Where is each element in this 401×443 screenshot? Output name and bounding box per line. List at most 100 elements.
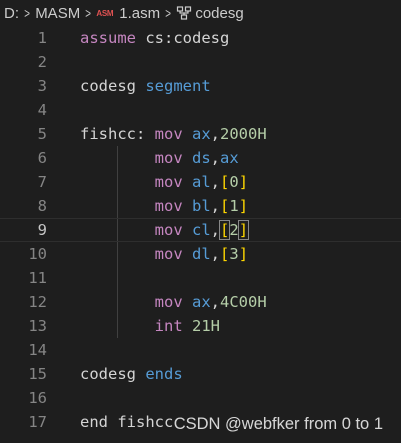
code-text: mov bl,[1] bbox=[80, 194, 248, 218]
code-token: mov bbox=[154, 173, 192, 191]
code-token: 3 bbox=[229, 245, 239, 263]
code-line[interactable]: 13 int 21H bbox=[0, 314, 401, 338]
code-text: mov al,[0] bbox=[80, 170, 248, 194]
code-token: 2000H bbox=[220, 125, 267, 143]
code-token: mov bbox=[154, 197, 192, 215]
code-token: 4C00H bbox=[220, 293, 267, 311]
code-token: codesg bbox=[80, 77, 146, 95]
line-number[interactable]: 15 bbox=[0, 362, 47, 386]
line-number[interactable]: 8 bbox=[0, 194, 47, 218]
code-token: ] bbox=[237, 220, 250, 240]
code-token: ax bbox=[191, 125, 211, 143]
code-token: end bbox=[80, 413, 118, 431]
code-token: [ bbox=[218, 220, 231, 240]
code-token: int bbox=[154, 317, 192, 335]
breadcrumb: D: > MASM > ASM 1.asm > codesg bbox=[0, 0, 401, 26]
code-token: ] bbox=[238, 173, 249, 191]
code-token: ax bbox=[220, 149, 239, 167]
line-number[interactable]: 6 bbox=[0, 146, 47, 170]
line-number[interactable]: 5 bbox=[0, 122, 47, 146]
code-token: mov bbox=[154, 149, 192, 167]
code-token: ds bbox=[191, 149, 211, 167]
chevron-right-icon: > bbox=[85, 5, 92, 21]
line-number[interactable]: 4 bbox=[0, 98, 47, 122]
code-line[interactable]: 5 fishcc: mov ax,2000H bbox=[0, 122, 401, 146]
line-number[interactable]: 9 bbox=[0, 218, 47, 242]
code-line[interactable]: 4 bbox=[0, 98, 401, 122]
line-number[interactable]: 1 bbox=[0, 26, 47, 50]
code-token: codesg bbox=[80, 365, 146, 383]
code-line[interactable]: 12 mov ax,4C00H bbox=[0, 290, 401, 314]
line-number[interactable]: 13 bbox=[0, 314, 47, 338]
breadcrumb-file[interactable]: ASM 1.asm bbox=[96, 5, 160, 22]
code-token: dl bbox=[191, 245, 211, 263]
code-line[interactable]: 9 mov cl,[2] bbox=[0, 218, 401, 242]
code-line[interactable]: 11 bbox=[0, 266, 401, 290]
code-token: , bbox=[210, 221, 220, 239]
line-number[interactable]: 16 bbox=[0, 386, 47, 410]
code-token: 21H bbox=[191, 317, 220, 335]
code-token: fishcc bbox=[117, 413, 174, 431]
code-line[interactable]: 1 assume cs:codesg bbox=[0, 26, 401, 50]
code-token: segment bbox=[145, 77, 211, 95]
code-line[interactable]: 8 mov bl,[1] bbox=[0, 194, 401, 218]
code-line[interactable]: 2 bbox=[0, 50, 401, 74]
code-line[interactable]: 15 codesg ends bbox=[0, 362, 401, 386]
code-token: cl bbox=[191, 221, 211, 239]
code-token: [ bbox=[220, 173, 230, 191]
code-token: , bbox=[210, 245, 220, 263]
code-token: , bbox=[210, 173, 220, 191]
code-editor[interactable]: 1 assume cs:codesg 2 3 codesg segment 4 5 fishc… bbox=[0, 26, 401, 443]
code-token: 1 bbox=[229, 197, 239, 215]
breadcrumb-folder[interactable]: MASM bbox=[35, 5, 80, 22]
chevron-right-icon: > bbox=[24, 5, 30, 21]
code-text: codesg ends bbox=[80, 362, 183, 386]
line-number[interactable]: 17 bbox=[0, 410, 47, 434]
code-token: al bbox=[191, 173, 211, 191]
code-text: int 21H bbox=[80, 314, 220, 338]
code-line[interactable]: 16 bbox=[0, 386, 401, 410]
breadcrumb-symbol[interactable]: codesg bbox=[176, 5, 244, 22]
code-line[interactable]: 6 mov ds,ax bbox=[0, 146, 401, 170]
code-line[interactable]: 10 mov dl,[3] bbox=[0, 242, 401, 266]
code-token: ] bbox=[238, 245, 249, 263]
code-token: assume bbox=[80, 29, 146, 47]
code-token: mov bbox=[154, 245, 192, 263]
code-token: mov bbox=[154, 293, 192, 311]
code-token: , bbox=[210, 125, 220, 143]
code-line[interactable]: 14 bbox=[0, 338, 401, 362]
code-token: cs:codesg bbox=[145, 29, 230, 47]
breadcrumb-drive[interactable]: D: bbox=[4, 5, 19, 22]
code-text: mov ax,4C00H bbox=[80, 290, 267, 314]
line-number[interactable]: 3 bbox=[0, 74, 47, 98]
code-token: , bbox=[210, 197, 220, 215]
line-number[interactable]: 10 bbox=[0, 242, 47, 266]
line-number[interactable]: 7 bbox=[0, 170, 47, 194]
code-line[interactable]: 3 codesg segment bbox=[0, 74, 401, 98]
line-number[interactable]: 2 bbox=[0, 50, 47, 74]
code-text: end fishcc bbox=[80, 410, 173, 434]
asm-file-icon: ASM bbox=[96, 8, 114, 18]
code-token: , bbox=[210, 293, 220, 311]
code-token: [ bbox=[220, 197, 230, 215]
code-token: 0 bbox=[229, 173, 239, 191]
code-token: ax bbox=[191, 293, 211, 311]
code-token: [ bbox=[220, 245, 230, 263]
code-text: mov ds,ax bbox=[80, 146, 239, 170]
code-text: assume cs:codesg bbox=[80, 26, 229, 50]
code-token: ends bbox=[145, 365, 183, 383]
code-text: fishcc: mov ax,2000H bbox=[80, 122, 267, 146]
line-number[interactable]: 12 bbox=[0, 290, 47, 314]
code-text: codesg segment bbox=[80, 74, 211, 98]
line-number[interactable]: 14 bbox=[0, 338, 47, 362]
line-number[interactable]: 11 bbox=[0, 266, 47, 290]
code-line[interactable]: 7 mov al,[0] bbox=[0, 170, 401, 194]
code-token: mov bbox=[154, 221, 192, 239]
code-text: mov cl,[2] bbox=[80, 218, 250, 242]
